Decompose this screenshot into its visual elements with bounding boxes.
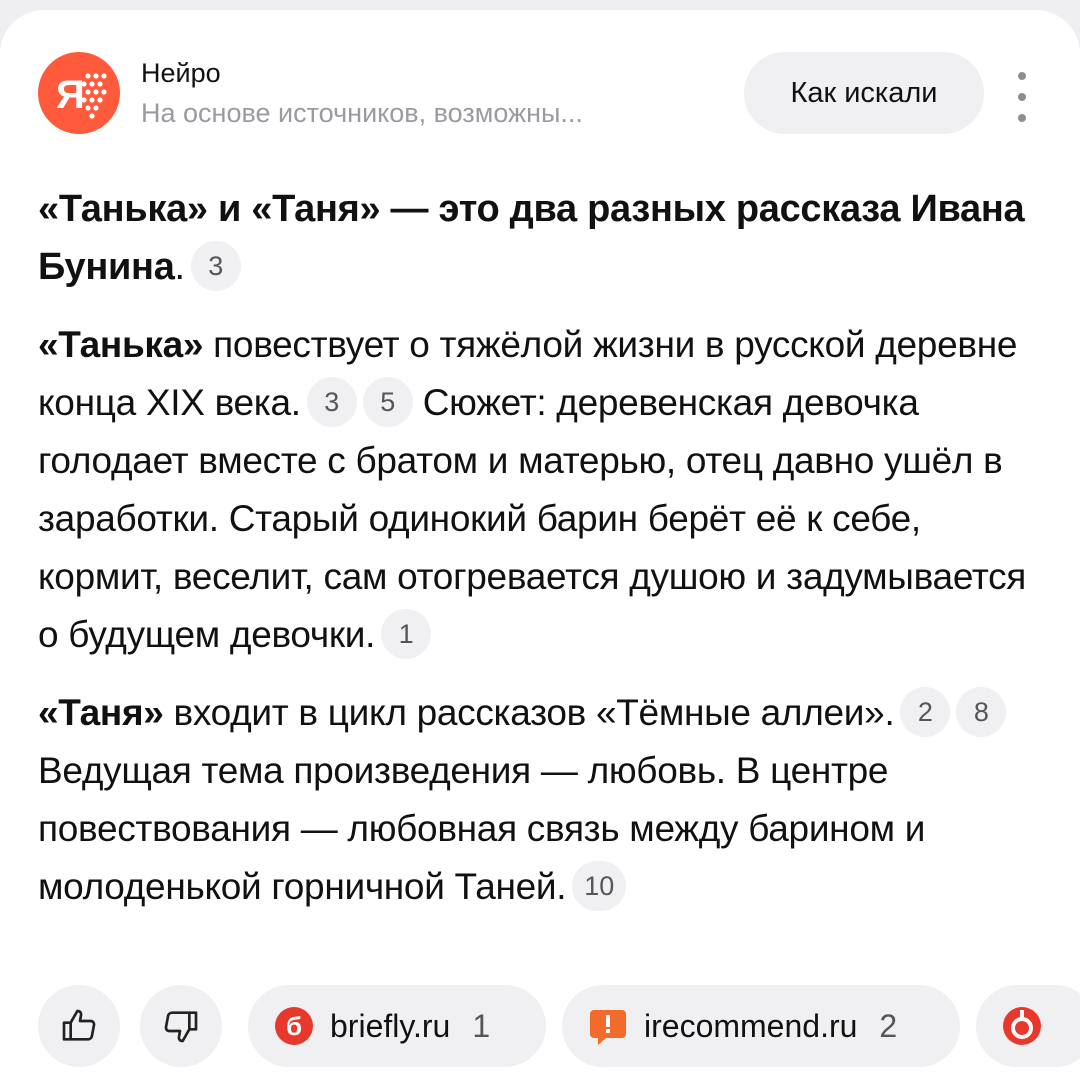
source-chip-3[interactable] [976, 985, 1080, 1067]
citation-badge[interactable]: 8 [956, 687, 1007, 738]
citation-badge[interactable]: 10 [572, 861, 627, 912]
story-title-tanya: «Таня» [38, 692, 164, 733]
more-options-icon[interactable] [1010, 72, 1034, 122]
dislike-button[interactable] [140, 985, 222, 1067]
source-number: 2 [879, 1007, 898, 1044]
answer-content: «Танька» и «Таня» — это два разных расск… [38, 180, 1038, 916]
citation-badge[interactable]: 3 [190, 240, 241, 291]
answer-paragraph-tanka: «Танька» повествует о тяжёлой жизни в ру… [38, 316, 1038, 664]
answer-paragraph-tanya: «Таня» входит в цикл рассказов «Тёмные а… [38, 684, 1038, 916]
svg-text:б: б [286, 1011, 302, 1041]
thumbs-down-icon [164, 1011, 198, 1043]
citation-badge[interactable]: 5 [362, 377, 413, 428]
source-chip-briefly[interactable]: б briefly.ru 1 [248, 985, 546, 1067]
briefly-icon: б [275, 1007, 313, 1045]
neuro-logo-icon: Я [38, 52, 120, 134]
citation-badge[interactable]: 1 [381, 609, 432, 660]
brand-subtitle: На основе источников, возможны... [141, 98, 583, 128]
answer-header: Я Нейро На основе источников, возможны..… [38, 52, 1080, 142]
citation-badge[interactable]: 3 [306, 377, 357, 428]
citation-badge[interactable]: 2 [900, 687, 951, 738]
answer-footer: б briefly.ru 1 irecommend.ru 2 [38, 985, 1080, 1067]
neuro-answer-card: Я Нейро На основе источников, возможны..… [0, 10, 1080, 1092]
source-name: briefly.ru [330, 1007, 451, 1044]
story-title-tanka: «Танька» [38, 324, 204, 365]
source-chip-irecommend[interactable]: irecommend.ru 2 [562, 985, 960, 1067]
source-name: irecommend.ru [644, 1007, 858, 1044]
irecommend-icon [590, 1010, 626, 1045]
source-3-icon [1003, 1007, 1041, 1045]
answer-heading: «Танька» и «Таня» — это два разных расск… [38, 180, 1038, 296]
like-button[interactable] [38, 985, 120, 1067]
thumbs-up-icon [62, 1009, 96, 1041]
source-number: 1 [472, 1007, 491, 1044]
svg-text:Я: Я [56, 73, 85, 117]
how-searched-button[interactable]: Как искали [744, 52, 984, 134]
brand-title: Нейро [141, 58, 221, 88]
